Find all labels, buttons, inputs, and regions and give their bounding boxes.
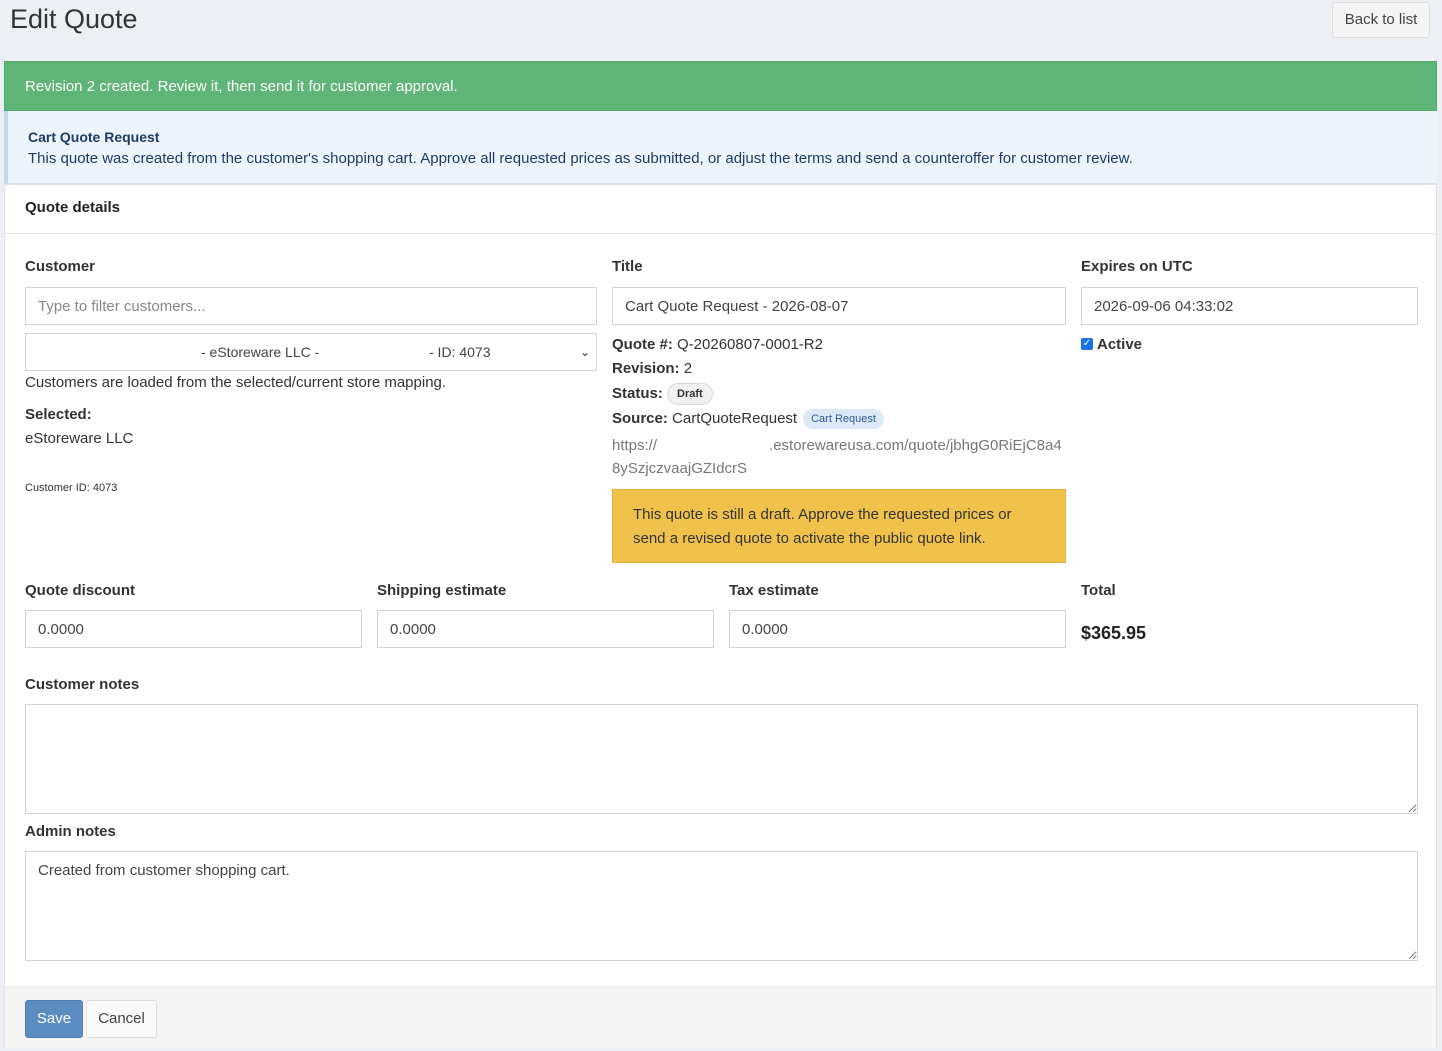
callout-title: Cart Quote Request <box>28 129 160 145</box>
customer-label: Customer <box>25 258 96 275</box>
customer-select-name: - eStoreware LLC - <box>201 344 320 360</box>
url-part-a: https:// <box>612 437 658 454</box>
shipping-label: Shipping estimate <box>377 582 507 599</box>
customer-select[interactable]: - eStoreware LLC - - ID: 4073 ⌄ <box>25 333 597 371</box>
tax-input[interactable] <box>729 610 1066 648</box>
status-label: Status: <box>612 384 663 402</box>
source-badge: Cart Request <box>803 409 884 430</box>
title-input[interactable] <box>612 287 1066 325</box>
cancel-button[interactable]: Cancel <box>86 1000 157 1038</box>
quote-details-box: Quote details Customer - eStoreware LLC … <box>4 184 1437 1048</box>
quote-number: Quote #: Q-20260807-0001-R2 <box>612 335 823 355</box>
total-label: Total <box>1081 582 1116 599</box>
success-alert: Revision 2 created. Review it, then send… <box>4 61 1437 111</box>
tax-label: Tax estimate <box>729 582 819 599</box>
customer-notes-textarea[interactable] <box>25 704 1418 814</box>
admin-notes-label: Admin notes <box>25 823 116 840</box>
customer-notes-label: Customer notes <box>25 676 140 693</box>
admin-notes-textarea[interactable]: Created from customer shopping cart. <box>25 851 1418 961</box>
url-part-b: .estorewareusa.com/quote/jbhgG0RiEjC8a4 <box>769 437 1062 454</box>
source: Source: CartQuoteRequest Cart Request <box>612 409 884 430</box>
status-badge: Draft <box>667 383 713 405</box>
chevron-down-icon: ⌄ <box>579 345 590 359</box>
expires-label: Expires on UTC <box>1081 258 1193 275</box>
box-header: Quote details <box>5 185 1436 234</box>
page-title: Edit Quote <box>10 4 138 34</box>
discount-input[interactable] <box>25 610 362 648</box>
total-value: $365.95 <box>1081 623 1147 643</box>
revision-label: Revision: <box>612 360 680 377</box>
customer-select-id: - ID: 4073 <box>429 344 491 360</box>
status: Status: Draft <box>612 383 713 405</box>
discount-label: Quote discount <box>25 582 135 599</box>
draft-warning: This quote is still a draft. Approve the… <box>612 489 1066 563</box>
box-title: Quote details <box>25 199 121 216</box>
shipping-input[interactable] <box>377 610 714 648</box>
selected-customer-name: eStoreware LLC <box>25 430 134 447</box>
box-footer: Save Cancel <box>5 986 1436 1048</box>
quote-number-value: Q-20260807-0001-R2 <box>677 336 823 353</box>
active-checkbox[interactable]: ✓ <box>1081 338 1093 350</box>
active-label: Active <box>1097 336 1143 353</box>
source-label: Source: <box>612 410 668 427</box>
quote-number-label: Quote #: <box>612 336 673 353</box>
public-quote-link[interactable]: https:// .estorewareusa.com/quote/jbhgG0R… <box>612 434 1072 480</box>
customer-id-text: Customer ID: 4073 <box>25 482 118 494</box>
customer-filter-input[interactable] <box>25 287 597 325</box>
selected-label: Selected: <box>25 406 92 423</box>
title-label: Title <box>612 258 643 275</box>
callout-text: This quote was created from the customer… <box>28 150 1133 167</box>
source-value: CartQuoteRequest <box>672 410 798 427</box>
cart-quote-callout: Cart Quote Request This quote was create… <box>4 111 1437 184</box>
expires-input[interactable] <box>1081 287 1418 325</box>
revision-value: 2 <box>683 360 693 377</box>
url-part-c: 8ySzjczvaajGZIdcrS <box>612 460 748 477</box>
back-to-list-button[interactable]: Back to list <box>1332 2 1430 38</box>
customer-help-text: Customers are loaded from the selected/c… <box>25 374 447 391</box>
save-button[interactable]: Save <box>25 1000 83 1038</box>
revision: Revision: 2 <box>612 359 692 379</box>
